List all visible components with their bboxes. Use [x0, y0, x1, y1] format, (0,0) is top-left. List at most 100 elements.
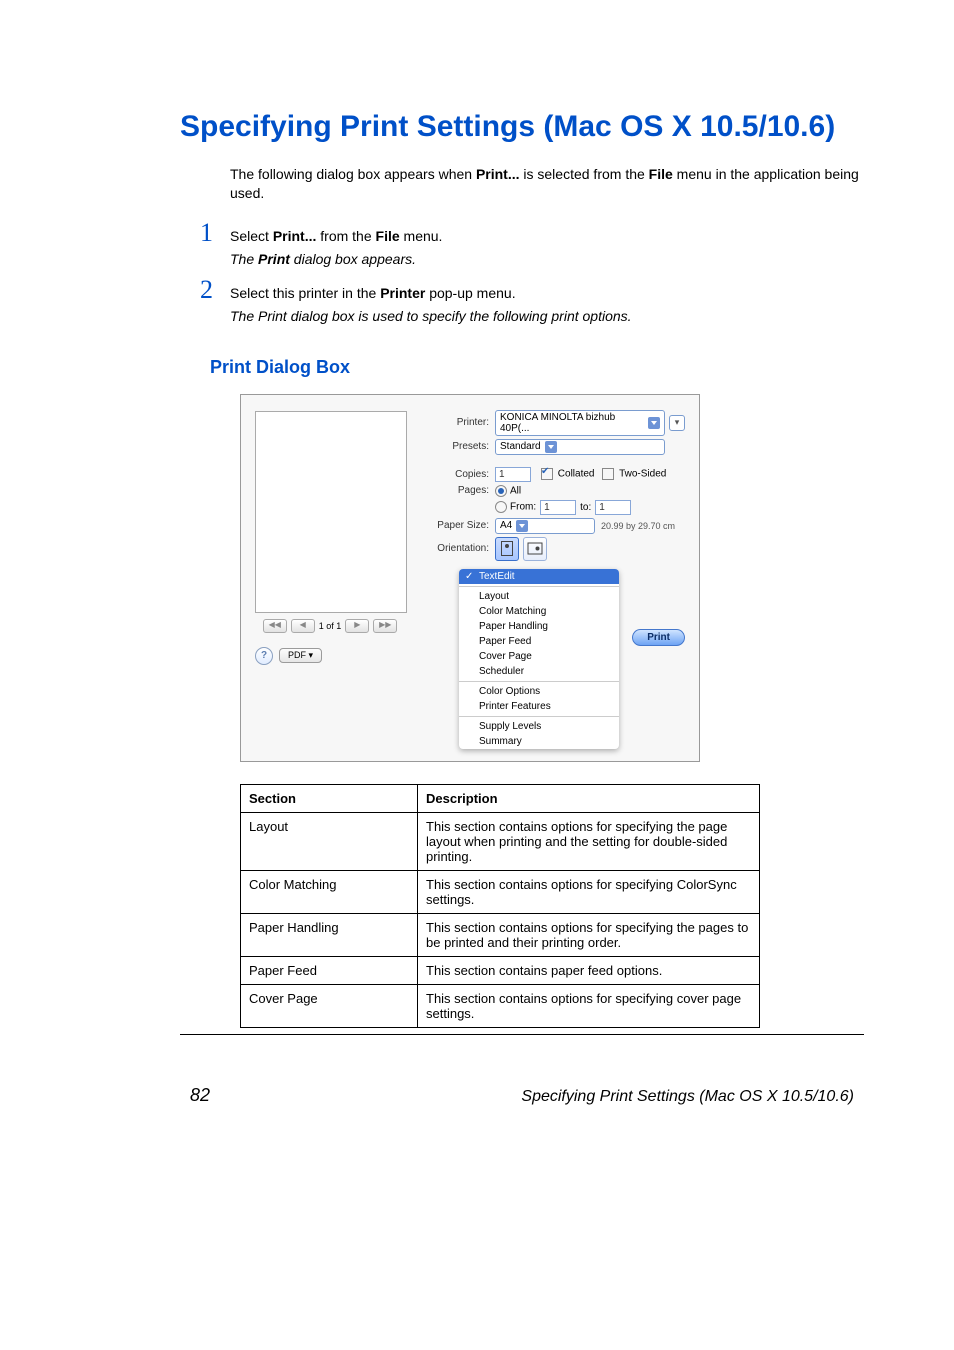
- section-menu[interactable]: TextEdit Layout Color Matching Paper Han…: [459, 569, 619, 749]
- pdf-button[interactable]: PDF ▾: [279, 648, 322, 663]
- step-2-b1: Printer: [380, 285, 425, 301]
- collated-label: Collated: [558, 469, 595, 480]
- menu-item-cover-page[interactable]: Cover Page: [459, 649, 619, 664]
- step-2-note: The Print dialog box is used to specify …: [230, 307, 864, 327]
- menu-item-scheduler[interactable]: Scheduler: [459, 664, 619, 679]
- footer-rule: [180, 1034, 864, 1035]
- orientation-portrait-button[interactable]: [495, 537, 519, 561]
- menu-item-color-options[interactable]: Color Options: [459, 684, 619, 699]
- copies-input[interactable]: [495, 467, 531, 482]
- menu-item-layout[interactable]: Layout: [459, 589, 619, 604]
- pages-label: Pages:: [419, 485, 495, 496]
- presets-label: Presets:: [419, 441, 495, 452]
- menu-item-color-matching[interactable]: Color Matching: [459, 604, 619, 619]
- cell-section: Paper Handling: [241, 913, 418, 956]
- cell-section: Layout: [241, 812, 418, 870]
- collated-checkbox[interactable]: [541, 468, 553, 480]
- dialog-right-pane: Printer: KONICA MINOLTA bizhub 40P(... ▾…: [419, 405, 685, 749]
- step-1-note: The Print dialog box appears.: [230, 250, 864, 270]
- step-1-pre: Select: [230, 228, 273, 244]
- table-row: Layout This section contains options for…: [241, 812, 760, 870]
- intro-pre: The following dialog box appears when: [230, 166, 476, 182]
- step-1-b1: Print...: [273, 228, 317, 244]
- step-1-note-b: Print: [258, 251, 290, 267]
- paper-size-label: Paper Size:: [419, 520, 495, 531]
- printer-info-button[interactable]: ▾: [669, 415, 685, 431]
- table-row: Cover Page This section contains options…: [241, 984, 760, 1027]
- collated-option[interactable]: Collated: [541, 468, 594, 480]
- menu-item-textedit[interactable]: TextEdit: [459, 569, 619, 584]
- dropdown-arrow-icon: [648, 417, 660, 429]
- print-dialog: ◀◀ ◀ 1 of 1 ▶ ▶▶ ? PDF ▾ Printer: KONICA…: [240, 394, 700, 762]
- cell-desc: This section contains options for specif…: [418, 913, 760, 956]
- intro-paragraph: The following dialog box appears when Pr…: [230, 165, 864, 204]
- paper-size-value: A4: [500, 520, 512, 531]
- pages-range-option[interactable]: From:: [495, 501, 536, 513]
- step-1-b2: File: [376, 228, 400, 244]
- paper-dim: 20.99 by 29.70 cm: [601, 521, 675, 531]
- step-2: 2 Select this printer in the Printer pop…: [200, 275, 864, 305]
- step-2-number: 2: [200, 275, 220, 305]
- pages-all-radio[interactable]: [495, 485, 507, 497]
- prev-page-button[interactable]: ◀: [291, 619, 315, 633]
- to-input[interactable]: [595, 500, 631, 515]
- sections-table: Section Description Layout This section …: [240, 784, 760, 1028]
- presets-select[interactable]: Standard: [495, 439, 665, 455]
- menu-item-printer-features[interactable]: Printer Features: [459, 699, 619, 714]
- cell-desc: This section contains options for specif…: [418, 812, 760, 870]
- two-sided-option[interactable]: Two-Sided: [602, 468, 666, 480]
- intro-mid1: is selected from the: [520, 166, 649, 182]
- page-indicator: 1 of 1: [319, 621, 342, 631]
- cell-desc: This section contains options for specif…: [418, 984, 760, 1027]
- cell-section: Cover Page: [241, 984, 418, 1027]
- step-1-note-pre: The: [230, 251, 258, 267]
- dropdown-arrow-icon: [516, 520, 528, 532]
- step-1-mid: from the: [316, 228, 375, 244]
- printer-select[interactable]: KONICA MINOLTA bizhub 40P(...: [495, 410, 665, 436]
- cell-desc: This section contains options for specif…: [418, 870, 760, 913]
- step-1-number: 1: [200, 218, 220, 248]
- footer: 82 Specifying Print Settings (Mac OS X 1…: [180, 1085, 864, 1106]
- menu-item-supply-levels[interactable]: Supply Levels: [459, 719, 619, 734]
- cell-desc: This section contains paper feed options…: [418, 956, 760, 984]
- orientation-landscape-button[interactable]: [523, 537, 547, 561]
- dropdown-arrow-icon: [545, 441, 557, 453]
- two-sided-checkbox[interactable]: [602, 468, 614, 480]
- step-2-pre: Select this printer in the: [230, 285, 380, 301]
- orientation-label: Orientation:: [419, 543, 495, 554]
- page-number: 82: [190, 1085, 210, 1106]
- presets-value: Standard: [500, 441, 541, 452]
- menu-item-paper-handling[interactable]: Paper Handling: [459, 619, 619, 634]
- table-row: Paper Handling This section contains opt…: [241, 913, 760, 956]
- step-1: 1 Select Print... from the File menu.: [200, 218, 864, 248]
- printer-value: KONICA MINOLTA bizhub 40P(...: [500, 412, 644, 434]
- help-button[interactable]: ?: [255, 647, 273, 665]
- copies-label: Copies:: [419, 469, 495, 480]
- step-2-post: pop-up menu.: [425, 285, 515, 301]
- cell-section: Color Matching: [241, 870, 418, 913]
- menu-item-paper-feed[interactable]: Paper Feed: [459, 634, 619, 649]
- paper-size-select[interactable]: A4: [495, 518, 595, 534]
- pages-all-option[interactable]: All: [495, 485, 521, 497]
- table-row: Paper Feed This section contains paper f…: [241, 956, 760, 984]
- th-section: Section: [241, 784, 418, 812]
- page: Specifying Print Settings (Mac OS X 10.5…: [0, 0, 954, 1166]
- step-1-body: Select Print... from the File menu.: [230, 227, 864, 247]
- first-page-button[interactable]: ◀◀: [263, 619, 287, 633]
- pages-all-label: All: [510, 486, 521, 497]
- page-title: Specifying Print Settings (Mac OS X 10.5…: [180, 110, 864, 145]
- from-input[interactable]: [540, 500, 576, 515]
- print-button[interactable]: Print: [632, 629, 685, 646]
- pages-range-radio[interactable]: [495, 501, 507, 513]
- footer-text: Specifying Print Settings (Mac OS X 10.5…: [521, 1088, 854, 1106]
- last-page-button[interactable]: ▶▶: [373, 619, 397, 633]
- menu-item-summary[interactable]: Summary: [459, 734, 619, 749]
- landscape-icon: [528, 543, 543, 555]
- next-page-button[interactable]: ▶: [345, 619, 369, 633]
- page-nav: ◀◀ ◀ 1 of 1 ▶ ▶▶: [255, 619, 405, 633]
- intro-b1: Print...: [476, 166, 520, 182]
- dialog-left-pane: ◀◀ ◀ 1 of 1 ▶ ▶▶ ? PDF ▾: [255, 405, 409, 749]
- page-preview: [255, 411, 407, 613]
- table-row: Color Matching This section contains opt…: [241, 870, 760, 913]
- to-label: to:: [580, 502, 591, 513]
